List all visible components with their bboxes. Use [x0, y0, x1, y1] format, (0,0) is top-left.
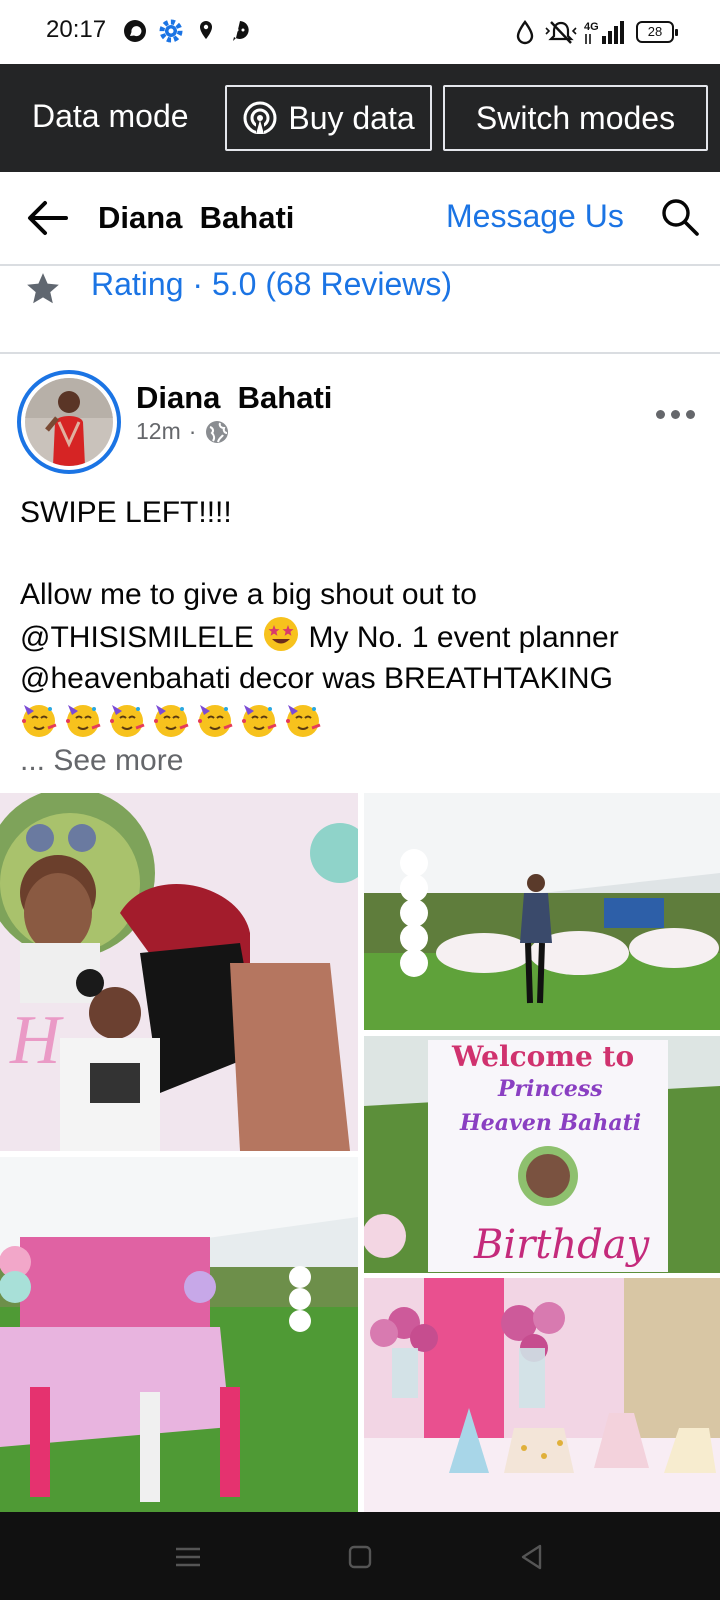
mute-icon [545, 21, 577, 44]
back-arrow-icon[interactable] [26, 198, 70, 238]
back-icon[interactable] [515, 1540, 549, 1574]
water-icon [516, 20, 534, 45]
search-icon[interactable] [660, 197, 700, 237]
partying-face-icon [66, 704, 101, 737]
location-icon [200, 21, 212, 39]
post-line: Allow me to give a big shout out to [20, 578, 477, 611]
buy-data-label: Buy data [288, 99, 415, 136]
data-mode-label: Data mode [32, 98, 189, 134]
sign-line-1: Welcome to [451, 1040, 634, 1073]
photo-party-tables[interactable] [0, 1157, 358, 1512]
signal-icon: 4G [584, 21, 624, 44]
section-divider [0, 352, 720, 354]
partying-face-icon [110, 704, 145, 737]
status-time: 20:17 [46, 16, 107, 43]
home-icon[interactable] [343, 1540, 377, 1574]
more-icon[interactable] [656, 402, 700, 426]
sign-line-2: Princess [497, 1076, 603, 1102]
photo-overlay-text: H [9, 1002, 64, 1079]
page-header: Diana Bahati Message Us [0, 172, 720, 266]
menu-icon[interactable] [171, 1540, 205, 1574]
whatsapp-icon [124, 20, 146, 42]
post-line: @heavenbahati decor was BREATHTAKING [20, 662, 613, 695]
post-line: SWIPE LEFT!!!! [20, 496, 232, 529]
post-line: @THISISMILELE My No. 1 event planner [20, 615, 710, 658]
broadcast-icon [243, 101, 277, 136]
emoji-row [20, 699, 710, 740]
star-icon [27, 273, 59, 304]
message-us-link[interactable]: Message Us [446, 198, 624, 235]
post-meta: 12m · [136, 418, 230, 445]
switch-modes-label: Switch modes [475, 99, 676, 136]
rating-row[interactable]: Rating · 5.0 (68 Reviews) [0, 266, 720, 352]
system-nav-bar [0, 1512, 720, 1600]
photo-woman-in-garden-tent[interactable] [364, 793, 720, 1030]
photo-welcome-sign[interactable]: Welcome to Princess Heaven Bahati Birthd… [364, 1036, 720, 1273]
partying-face-icon [22, 704, 57, 737]
page-title: Diana Bahati [98, 200, 295, 235]
mention-link[interactable]: @THISISMILELE [20, 621, 254, 654]
avatar [25, 378, 113, 466]
svg-text:4G: 4G [584, 21, 599, 33]
photo-table-decor[interactable] [364, 1278, 720, 1512]
partying-face-icon [286, 704, 321, 737]
switch-modes-button[interactable]: Switch modes [443, 85, 708, 151]
post-time: 12m [136, 418, 181, 444]
photo-mother-kissing-daughter[interactable]: H [0, 793, 358, 1151]
post-line-rest: My No. 1 event planner [300, 621, 619, 654]
data-mode-bar: Data mode Buy data Switch modes [0, 64, 720, 172]
settings-icon [159, 19, 183, 43]
status-bar: 20:17 4G 28 [0, 0, 720, 64]
globe-icon [206, 420, 229, 443]
meta-separator: · [188, 418, 197, 444]
partying-face-icon [242, 704, 277, 737]
chat-icon [233, 21, 249, 41]
see-more-link[interactable]: ... See more [20, 740, 710, 781]
star-struck-emoji-icon [264, 617, 299, 651]
buy-data-button[interactable]: Buy data [225, 85, 432, 151]
battery-icon: 28 [636, 21, 678, 43]
sign-line-3: Heaven Bahati [459, 1110, 641, 1136]
partying-face-icon [154, 704, 189, 737]
author-avatar[interactable] [17, 370, 121, 474]
post-text: SWIPE LEFT!!!! Allow me to give a big sh… [20, 492, 710, 781]
partying-face-icon [198, 704, 233, 737]
post-author-name[interactable]: Diana Bahati [136, 380, 332, 416]
sign-line-4: Birthday [473, 1222, 651, 1268]
rating-text[interactable]: Rating · 5.0 (68 Reviews) [91, 266, 452, 303]
